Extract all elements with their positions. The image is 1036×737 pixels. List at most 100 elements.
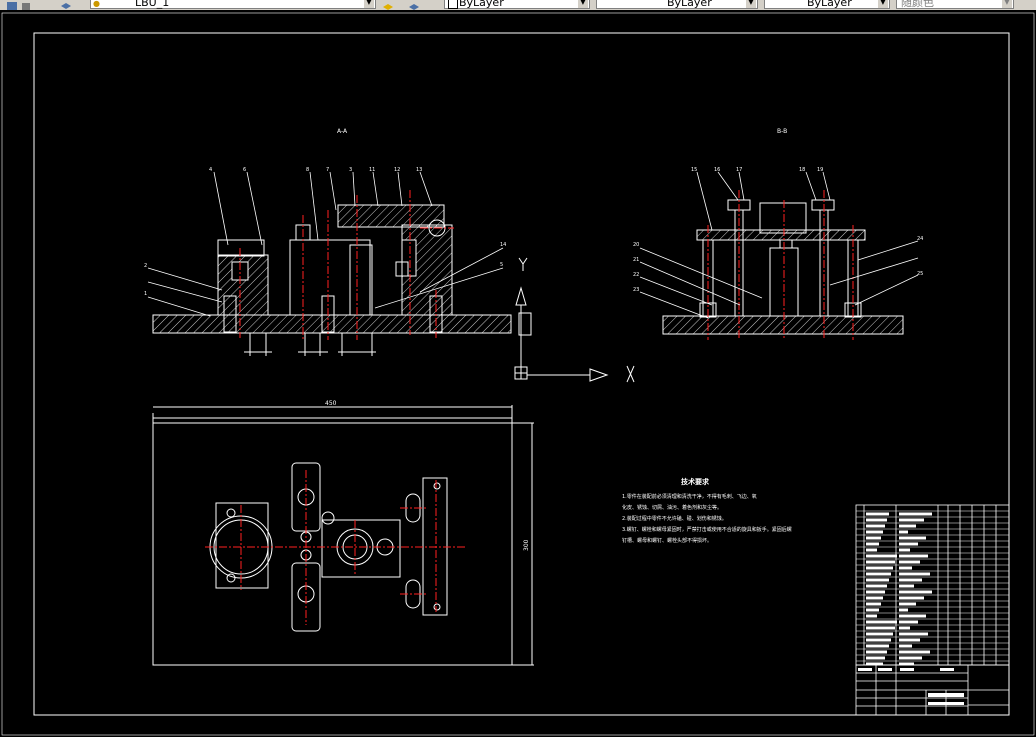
parts-row-text (866, 590, 885, 594)
parts-row-text (899, 584, 914, 588)
chevron-down-icon[interactable]: ▼ (878, 0, 888, 8)
tech-line: 2.装配过程中零件不允许磕、碰、划伤和锈蚀。 (622, 515, 727, 522)
parts-row-text (899, 560, 920, 564)
color-control[interactable]: ByLayer ▼ (444, 0, 590, 9)
svg-text:4: 4 (209, 167, 212, 173)
plotstyle-control[interactable]: 随颜色 ▼ (896, 0, 1014, 9)
section-label-b: B-B (777, 128, 787, 135)
linetype-control[interactable]: ByLayer ▼ (596, 0, 758, 9)
svg-text:24: 24 (917, 236, 923, 242)
layer-name: LBU_1 (135, 0, 170, 9)
parts-row-text (866, 656, 885, 660)
make-layer-current-icon[interactable] (382, 0, 394, 10)
parts-row-text (899, 572, 930, 576)
parts-row-text (899, 650, 930, 654)
parts-row-text (899, 632, 928, 636)
chevron-down-icon[interactable]: ▼ (1002, 0, 1012, 8)
parts-row-text (866, 650, 887, 654)
layer-previous-icon[interactable] (408, 0, 420, 10)
properties-toolbar: ● LBU_1 ▼ ByLayer ▼ ByLayer ▼ ByLayer ▼ … (0, 0, 1036, 10)
svg-text:22: 22 (633, 272, 639, 278)
svg-text:21: 21 (633, 257, 639, 263)
parts-row-text (866, 572, 891, 576)
parts-row-text (866, 596, 883, 600)
chevron-down-icon[interactable]: ▼ (364, 0, 374, 8)
chevron-down-icon[interactable]: ▼ (746, 0, 756, 8)
parts-row-text (899, 608, 908, 612)
layer-icons: ● (93, 0, 100, 8)
tech-title: 技术要求 (681, 477, 710, 486)
svg-text:14: 14 (500, 242, 506, 248)
parts-row-text (899, 656, 922, 660)
section-label-a: A-A (337, 128, 348, 135)
layer-manager-icon[interactable] (6, 0, 18, 10)
layer-states-icon[interactable] (60, 0, 72, 9)
svg-text:23: 23 (633, 287, 639, 293)
color-swatch-icon (448, 0, 458, 9)
parts-row-text (866, 614, 877, 618)
lineweight-control[interactable]: ByLayer ▼ (764, 0, 890, 9)
parts-row-text (899, 644, 912, 648)
chevron-down-icon[interactable]: ▼ (578, 0, 588, 8)
svg-text:5: 5 (500, 262, 503, 268)
parts-row-text (899, 554, 928, 558)
parts-row-text (899, 626, 910, 630)
model-space-canvas[interactable]: A-A B-B 4 6 8 7 3 11 12 13 14 5 2 1 15 1… (0, 10, 1036, 737)
plotstyle-control-value: 随颜色 (901, 0, 934, 9)
parts-row-text (899, 530, 908, 534)
svg-text:17: 17 (736, 167, 742, 173)
svg-text:1: 1 (144, 291, 147, 297)
svg-text:25: 25 (917, 271, 923, 277)
parts-row-text (866, 602, 881, 606)
parts-row-text (899, 512, 932, 516)
parts-row-text (899, 566, 912, 570)
parts-row-text (899, 596, 924, 600)
svg-text:6: 6 (243, 167, 246, 173)
parts-row-text (866, 632, 893, 636)
parts-row-text (899, 578, 922, 582)
dim-width-label: 450 (325, 400, 337, 407)
parts-row-text (866, 542, 879, 546)
svg-text:8: 8 (306, 167, 309, 173)
parts-row-text (899, 518, 924, 522)
parts-row-text (899, 590, 932, 594)
tech-line: 化皮、锈蚀、切屑、油污、着色剂和灰尘等。 (622, 504, 722, 511)
svg-text:13: 13 (416, 167, 422, 173)
tech-line: 1.零件在装配前必须清理和清洗干净，不得有毛刺、飞边、氧 (622, 493, 757, 500)
svg-text:15: 15 (691, 167, 697, 173)
svg-text:20: 20 (633, 242, 639, 248)
svg-text:2: 2 (144, 263, 147, 269)
parts-row-text (899, 524, 916, 528)
tech-line: 钉槽、螺母和螺钉、螺栓头部不得损坏。 (622, 537, 712, 544)
print-icon[interactable] (20, 0, 32, 10)
parts-row-text (866, 530, 883, 534)
svg-text:11: 11 (369, 167, 375, 173)
tech-line: 3.螺钉、螺栓和螺母紧固时，严禁打击或使用不合适的旋具和扳手。紧固后螺 (622, 526, 792, 533)
color-control-value: ByLayer (459, 0, 504, 9)
parts-row-text (866, 644, 889, 648)
parts-row-text (899, 602, 916, 606)
parts-row-text (899, 542, 918, 546)
parts-row-text (899, 548, 910, 552)
layer-control[interactable]: ● LBU_1 ▼ (90, 0, 376, 9)
svg-text:19: 19 (817, 167, 823, 173)
svg-text:3: 3 (349, 167, 352, 173)
parts-row-text (866, 548, 877, 552)
svg-text:7: 7 (326, 167, 329, 173)
base-plate (152, 314, 512, 334)
parts-row-text (866, 512, 889, 516)
parts-row-text (866, 554, 897, 558)
parts-row-text (899, 620, 918, 624)
svg-text:16: 16 (714, 167, 720, 173)
parts-row-text (866, 536, 881, 540)
parts-row-text (866, 626, 895, 630)
parts-row-text (899, 638, 920, 642)
parts-row-text (866, 608, 879, 612)
svg-text:18: 18 (799, 167, 805, 173)
parts-row-text (866, 620, 897, 624)
parts-row-text (899, 614, 926, 618)
parts-row-text (866, 566, 893, 570)
dim-height-label: 300 (523, 539, 530, 551)
lineweight-control-value: ByLayer (807, 0, 852, 9)
parts-row-text (899, 536, 926, 540)
